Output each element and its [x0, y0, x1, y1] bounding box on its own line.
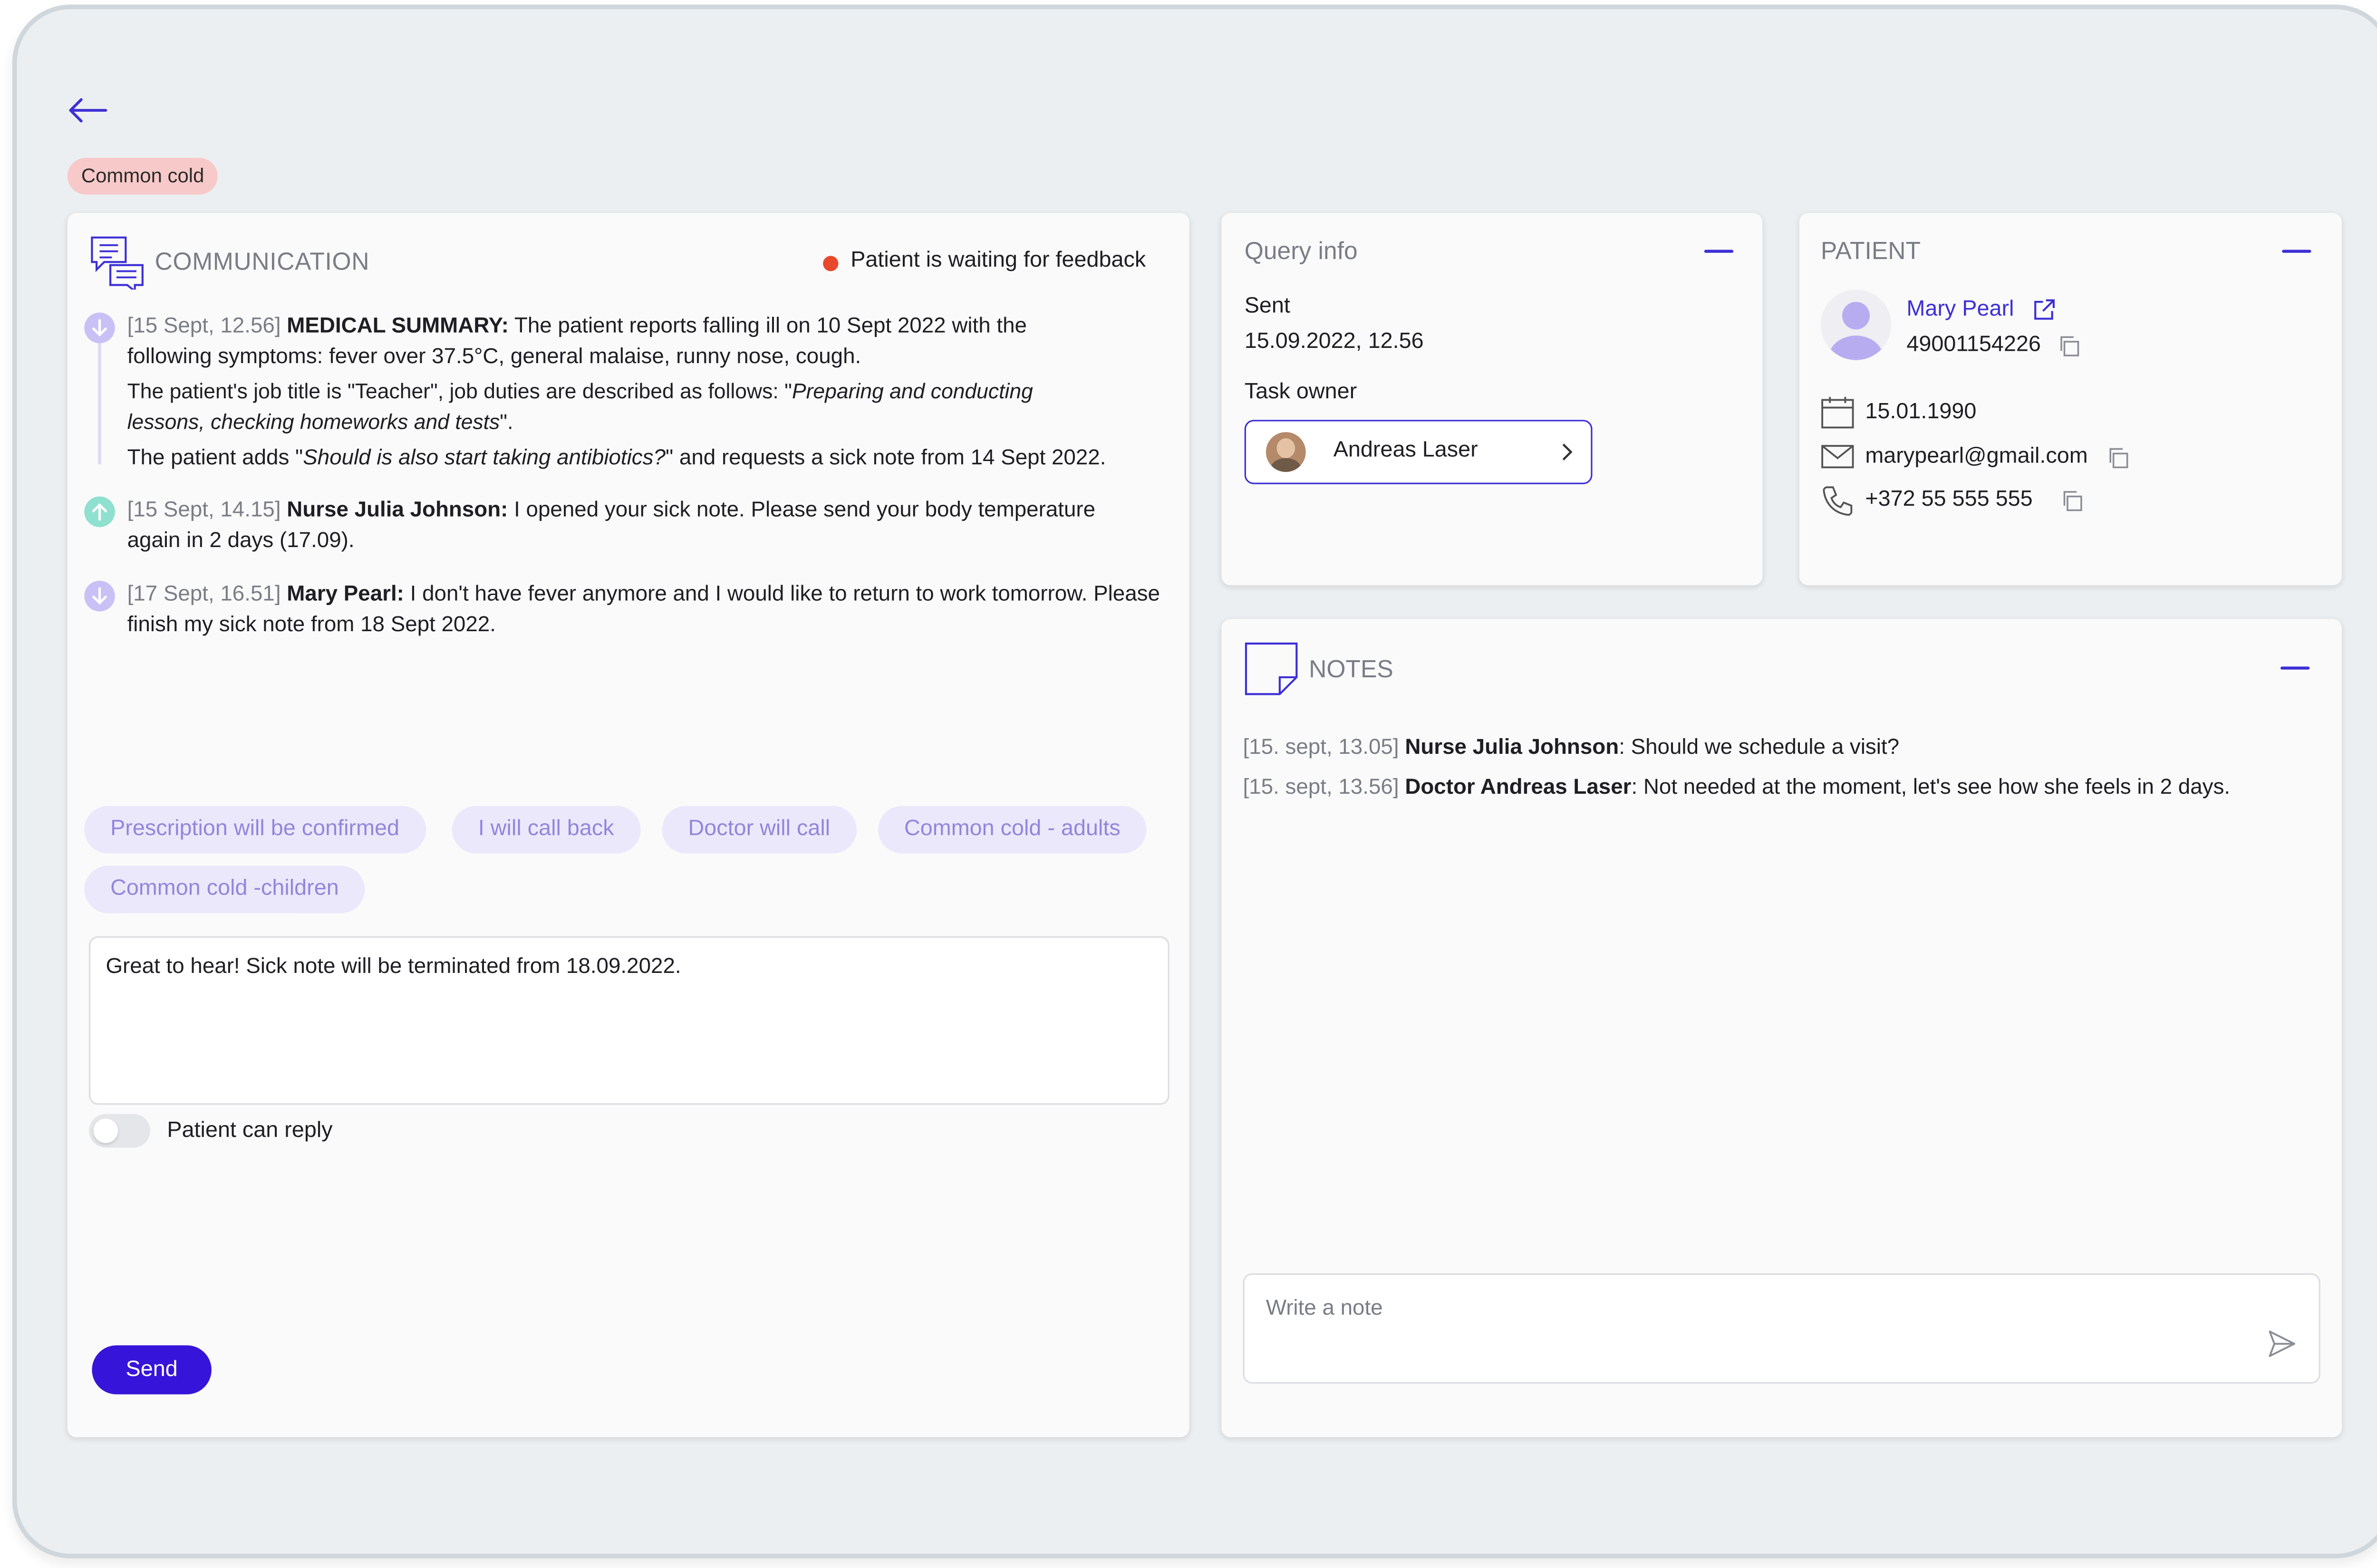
note-input[interactable]: Write a note [1243, 1273, 2320, 1384]
request-text: The patient adds " [127, 446, 303, 471]
message-1-job: The patient's job title is "Teacher", jo… [127, 377, 1108, 438]
message-author: MEDICAL SUMMARY: [287, 314, 509, 339]
sent-label: Sent [1244, 294, 1290, 319]
note-author: Doctor Andreas Laser [1405, 775, 1632, 800]
message-1: [15 Sept, 12.56] MEDICAL SUMMARY: The pa… [127, 311, 1093, 372]
send-icon[interactable] [2267, 1328, 2297, 1359]
owner-name: Andreas Laser [1333, 438, 1478, 463]
external-link-icon[interactable] [2032, 297, 2057, 322]
toggle-label: Patient can reply [167, 1118, 333, 1143]
status-dot [823, 256, 839, 271]
chevron-right-icon [1562, 443, 1573, 461]
patient-dob: 15.01.1990 [1865, 400, 1977, 424]
copy-icon[interactable] [2061, 491, 2083, 512]
arrow-down-icon [84, 580, 115, 612]
message-2: [15 Sept, 14.15] Nurse Julia Johnson: I … [127, 495, 1139, 556]
patient-can-reply-toggle[interactable] [88, 1114, 150, 1148]
message-time: [17 Sept, 16.51] [127, 582, 281, 607]
quick-reply-chip[interactable]: Doctor will call [662, 806, 857, 854]
quick-reply-chip[interactable]: Prescription will be confirmed [84, 806, 425, 854]
toggle-knob [93, 1118, 118, 1143]
arrow-up-icon [84, 496, 115, 527]
send-button[interactable]: Send [92, 1345, 212, 1395]
back-arrow-icon[interactable] [66, 98, 109, 123]
task-owner-select[interactable]: Andreas Laser [1244, 420, 1593, 484]
request-question: Should is also start taking antibiotics? [303, 446, 666, 471]
patient-panel: PATIENT Mary Pearl 49001154226 15.01.199… [1799, 213, 2342, 586]
task-owner-label: Task owner [1244, 380, 1357, 405]
message-time: [15 Sept, 14.15] [127, 498, 281, 523]
message-author: Nurse Julia Johnson: [287, 498, 508, 523]
patient-id: 49001154226 [1906, 332, 2041, 357]
minimize-icon[interactable] [2282, 250, 2311, 253]
communication-title: COMMUNICATION [155, 250, 370, 276]
arrow-down-icon [84, 312, 115, 344]
note-item: [15. sept, 13.56] Doctor Andreas Laser: … [1243, 772, 2331, 803]
communication-panel: COMMUNICATION Patient is waiting for fee… [67, 213, 1189, 1437]
diagnosis-tag[interactable]: Common cold [67, 158, 218, 195]
quick-reply-chip[interactable]: I will call back [452, 806, 640, 854]
message-3: [17 Sept, 16.51] Mary Pearl: I don't hav… [127, 579, 1169, 641]
calendar-icon [1821, 396, 1854, 429]
phone-icon [1823, 486, 1853, 516]
patient-phone: +372 55 555 555 [1865, 487, 2033, 512]
reply-text: Great to hear! Sick note will be termina… [106, 954, 681, 980]
owner-avatar [1266, 432, 1306, 472]
note-input-placeholder: Write a note [1266, 1296, 1383, 1321]
query-info-panel: Query info Sent 15.09.2022, 12.56 Task o… [1221, 213, 1763, 586]
message-1-request: The patient adds "Should is also start t… [127, 443, 1169, 473]
notes-title: NOTES [1309, 657, 1393, 683]
mail-icon [1821, 445, 1854, 469]
status-text: Patient is waiting for feedback [850, 248, 1146, 273]
message-author: Mary Pearl: [287, 582, 404, 607]
note-author: Nurse Julia Johnson [1405, 735, 1619, 760]
copy-icon[interactable] [2058, 336, 2080, 357]
note-time: [15. sept, 13.56] [1243, 775, 1399, 800]
sent-value: 15.09.2022, 12.56 [1244, 329, 1424, 354]
quick-reply-chip[interactable]: Common cold - adults [878, 806, 1147, 854]
user-avatar-icon [1820, 289, 1892, 360]
minimize-icon[interactable] [2280, 666, 2310, 670]
chat-bubbles-icon [91, 236, 144, 290]
job-text: The patient's job title is "Teacher", jo… [127, 380, 792, 403]
note-text: : Should we schedule a visit? [1619, 735, 1900, 760]
message-time: [15 Sept, 12.56] [127, 314, 281, 339]
message-text: I don't have fever anymore and I would l… [127, 582, 1160, 638]
sticky-note-icon [1245, 642, 1298, 695]
quick-reply-chip[interactable]: Common cold -children [84, 866, 365, 914]
query-info-title: Query info [1244, 239, 1358, 265]
job-text-end: ". [500, 410, 513, 434]
note-time: [15. sept, 13.05] [1243, 735, 1399, 760]
note-text: : Not needed at the moment, let's see ho… [1631, 775, 2231, 800]
copy-icon[interactable] [2107, 447, 2129, 469]
patient-name-link[interactable]: Mary Pearl [1906, 297, 2014, 322]
reply-textarea[interactable]: Great to hear! Sick note will be termina… [88, 936, 1169, 1105]
notes-panel: NOTES [15. sept, 13.05] Nurse Julia John… [1221, 619, 2342, 1437]
patient-email: marypearl@gmail.com [1865, 444, 2088, 469]
timeline-line [98, 338, 101, 464]
app-frame: Common cold COMMUNICATION Patient is wai… [12, 4, 2377, 1558]
minimize-icon[interactable] [1704, 250, 1734, 253]
patient-title: PATIENT [1820, 239, 1921, 265]
note-item: [15. sept, 13.05] Nurse Julia Johnson: S… [1243, 732, 2316, 763]
request-text-end: " and requests a sick note from 14 Sept … [665, 446, 1106, 471]
